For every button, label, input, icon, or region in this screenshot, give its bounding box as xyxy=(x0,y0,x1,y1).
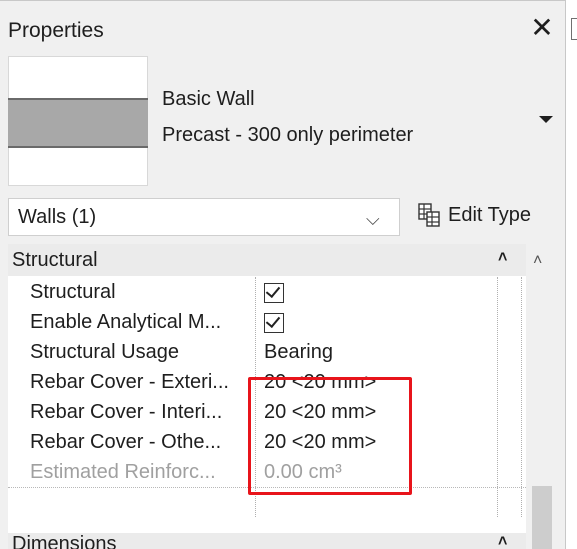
property-name: Rebar Cover - Exteri... xyxy=(30,371,229,393)
property-value[interactable]: Bearing xyxy=(264,341,494,364)
property-name: Structural Usage xyxy=(30,341,179,363)
family-name: Basic Wall xyxy=(162,88,255,110)
property-row[interactable]: Structural Usage Bearing xyxy=(8,337,526,368)
collapse-icon[interactable]: ˄ xyxy=(498,533,507,549)
chevron-down-icon[interactable]: ⌵ xyxy=(366,209,380,230)
property-name: Enable Analytical M... xyxy=(30,311,222,333)
edit-type-icon xyxy=(418,203,440,227)
collapse-icon[interactable]: ˄ xyxy=(498,249,507,267)
property-name: Structural xyxy=(30,281,116,303)
type-name: Precast - 300 only perimeter xyxy=(162,124,414,146)
property-name: Rebar Cover - Othe... xyxy=(30,431,222,453)
adjacent-window-edge xyxy=(566,0,577,549)
column-divider xyxy=(497,277,498,517)
adjacent-window-control xyxy=(571,18,577,40)
checkbox-icon[interactable] xyxy=(264,283,284,303)
chevron-down-icon[interactable] xyxy=(536,110,556,130)
property-row[interactable]: Structural xyxy=(8,277,526,308)
property-name: Estimated Reinforc... xyxy=(30,461,216,483)
checkbox-icon[interactable] xyxy=(264,313,284,333)
property-name: Rebar Cover - Interi... xyxy=(30,401,223,423)
edit-type-label: Edit Type xyxy=(448,204,532,226)
frame-border xyxy=(0,0,566,1)
palette-title: Properties xyxy=(8,19,104,42)
scrollbar-thumb[interactable] xyxy=(532,486,552,549)
group-label: Structural xyxy=(12,249,98,271)
column-divider xyxy=(521,277,522,517)
instance-filter-label: Walls (1) xyxy=(18,206,97,228)
highlight-annotation xyxy=(248,377,412,495)
close-icon[interactable]: ✕ xyxy=(530,13,554,43)
group-label: Dimensions xyxy=(12,533,117,549)
scroll-up-icon[interactable]: ˄ xyxy=(533,252,542,270)
property-row[interactable]: Enable Analytical M... xyxy=(8,307,526,338)
wall-preview-icon xyxy=(8,98,148,148)
